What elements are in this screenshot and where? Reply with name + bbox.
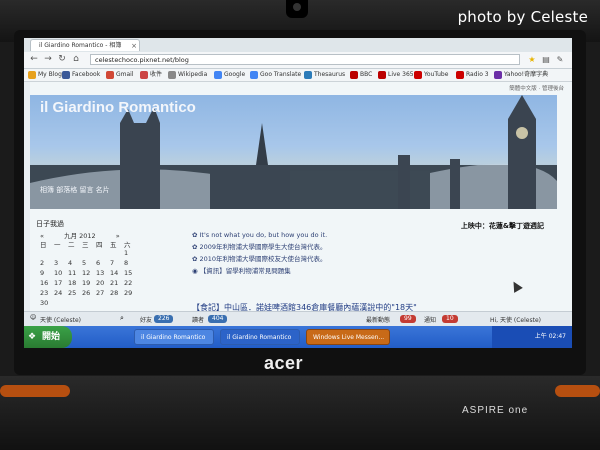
- wrench-icon[interactable]: ✎: [554, 54, 566, 66]
- clock[interactable]: 上午 02:47: [535, 333, 566, 340]
- rose-icon: ✿: [192, 255, 200, 263]
- bookmarks-bar: My Blog Facebook Gmail 收件 Wikipedia Goog…: [24, 69, 572, 82]
- calendar-week: 16 17 18 19 20 21 22: [40, 279, 133, 287]
- bookmark-favicon-icon: [214, 70, 222, 79]
- sidebar-title: 日子我過: [36, 220, 64, 228]
- bookmark-favicon-icon: [304, 70, 312, 79]
- calendar-week: 9 10 11 12 13 14 15: [40, 269, 133, 277]
- list-item[interactable]: ✿ 2010年利物浦大學國際校友大使台灣代表。: [192, 253, 327, 263]
- taskbar-window-button[interactable]: Windows Live Messen...: [306, 329, 390, 345]
- photo-root: { "watermark": "photo by Celeste", "devi…: [0, 0, 600, 450]
- model-logo: ASPIRE one: [462, 405, 529, 416]
- list-item[interactable]: ✿ 2009年利物浦大學國際學生大使台灣代表。: [192, 241, 327, 251]
- browser-tab[interactable]: il Giardino Romantico - 相簿 ×: [30, 39, 140, 51]
- recent-label: 最新動態: [366, 317, 391, 324]
- bookmark-item[interactable]: Wikipedia: [168, 70, 207, 80]
- bookmark-item[interactable]: 收件: [140, 70, 162, 80]
- bookmark-item[interactable]: Facebook: [62, 70, 100, 80]
- tab-title: il Giardino Romantico - 相簿: [39, 42, 122, 49]
- back-arrow-icon[interactable]: ←: [28, 53, 40, 65]
- webcam-icon: [293, 3, 301, 11]
- recent-count-badge[interactable]: 99: [400, 315, 416, 323]
- star-icon[interactable]: ★: [526, 54, 538, 66]
- page-icon[interactable]: ▤: [540, 54, 552, 66]
- photo-watermark: photo by Celeste: [457, 8, 588, 26]
- bookmark-favicon-icon: [250, 70, 258, 79]
- bookmark-favicon-icon: [414, 70, 422, 79]
- calendar-grid: 日一二三四五六 1 2345678 9 10 11 12 13 14 15 16 17 18 19…: [40, 239, 140, 309]
- search-icon[interactable]: ⌕: [120, 314, 124, 323]
- bookmark-item[interactable]: Thesaurus: [304, 70, 345, 80]
- rose-icon: ✿: [192, 243, 200, 251]
- brand-logo: acer: [264, 353, 304, 373]
- calendar-week: 23 24 25 26 27 28 29: [40, 289, 133, 297]
- taskbar-window-button[interactable]: il Giardino Romantico: [134, 329, 214, 345]
- notice-count-badge[interactable]: 10: [442, 315, 458, 323]
- bookmark-favicon-icon: [378, 70, 386, 79]
- screen: il Giardino Romantico - 相簿 × ← → ↻ ⌂ cel…: [24, 38, 572, 348]
- rose-icon: ✿: [192, 231, 200, 239]
- calendar-week: 30: [40, 299, 49, 307]
- bookmark-item[interactable]: BBC: [350, 70, 372, 80]
- bookmark-favicon-icon: [168, 70, 176, 79]
- bookmark-item[interactable]: Gmail: [106, 70, 134, 80]
- notice-label: 通知: [424, 317, 437, 324]
- calendar-week: 1: [124, 249, 129, 257]
- now-playing-label: 上映中：花蓮&擊丁遊週記: [460, 222, 544, 230]
- bookmark-favicon-icon: [140, 70, 148, 79]
- readers-label: 讀者: [192, 317, 205, 324]
- blog-banner: il Giardino Romantico 相簿 部落格 留言 名片: [30, 95, 557, 209]
- friends-label: 好友: [140, 317, 153, 324]
- bookmark-favicon-icon: [106, 70, 114, 79]
- taskbar-window-button[interactable]: il Giardino Romantico: [220, 329, 300, 345]
- bookmark-item[interactable]: Google: [214, 70, 245, 80]
- calendar-week: 2345678: [40, 259, 129, 267]
- friends-count-badge[interactable]: 226: [154, 315, 174, 323]
- close-tab-icon[interactable]: ×: [131, 40, 137, 52]
- status-user-greeting[interactable]: Hi, 天使 (Celeste): [490, 315, 541, 324]
- windows-logo-icon: ❖: [28, 332, 37, 342]
- forward-arrow-icon[interactable]: →: [42, 53, 54, 65]
- readers-count-badge[interactable]: 404: [208, 315, 228, 323]
- list-item[interactable]: ◉ 【資訊】留學利物浦常見問題集: [192, 265, 327, 275]
- bookmark-item[interactable]: Goo Translate: [250, 70, 301, 80]
- system-tray: 上午 02:47: [492, 326, 572, 348]
- language-links[interactable]: 簡體中文版 · 管理後台: [509, 84, 564, 92]
- user-icon: ☺: [30, 314, 37, 321]
- reload-icon[interactable]: ↻: [56, 53, 68, 65]
- calendar-weekdays: 日一二三四五六: [40, 241, 131, 249]
- banner-nav-links[interactable]: 相簿 部落格 留言 名片: [40, 185, 110, 195]
- bookmark-favicon-icon: [350, 70, 358, 79]
- address-bar[interactable]: celestechoco.pixnet.net/blog: [90, 54, 520, 65]
- post-list: ✿ It's not what you do, but how you do i…: [192, 231, 327, 277]
- bookmark-favicon-icon: [28, 70, 36, 79]
- bookmark-item[interactable]: Radio 3: [456, 70, 489, 80]
- windows-taskbar: 開始 ❖ il Giardino Romantico il Giardino R…: [24, 326, 572, 348]
- home-icon[interactable]: ⌂: [70, 53, 82, 65]
- bookmark-favicon-icon: [62, 70, 70, 79]
- bookmark-item[interactable]: Live 365: [378, 70, 414, 80]
- list-item[interactable]: ✿ It's not what you do, but how you do i…: [192, 231, 327, 239]
- status-user[interactable]: 天使 (Celeste): [40, 315, 81, 324]
- banner-title[interactable]: il Giardino Romantico: [40, 99, 196, 116]
- bookmark-favicon-icon: [494, 70, 502, 79]
- hinge-accent-right: [555, 385, 600, 397]
- hinge-accent-left: [0, 385, 70, 397]
- im-status-bar: ☺ 天使 (Celeste) ⌕ 好友 226 讀者 404 最新動態 99 通…: [24, 311, 572, 326]
- address-row: ← → ↻ ⌂ celestechoco.pixnet.net/blog ★ ▤…: [24, 52, 572, 69]
- bookmark-item[interactable]: My Blog: [28, 70, 62, 80]
- bookmark-favicon-icon: [456, 70, 464, 79]
- info-icon: ◉: [192, 267, 200, 275]
- bookmark-item[interactable]: Yahoo!奇摩字典: [494, 70, 548, 80]
- bookmark-item[interactable]: YouTube: [414, 70, 448, 80]
- tab-bar: il Giardino Romantico - 相簿 ×: [24, 38, 572, 52]
